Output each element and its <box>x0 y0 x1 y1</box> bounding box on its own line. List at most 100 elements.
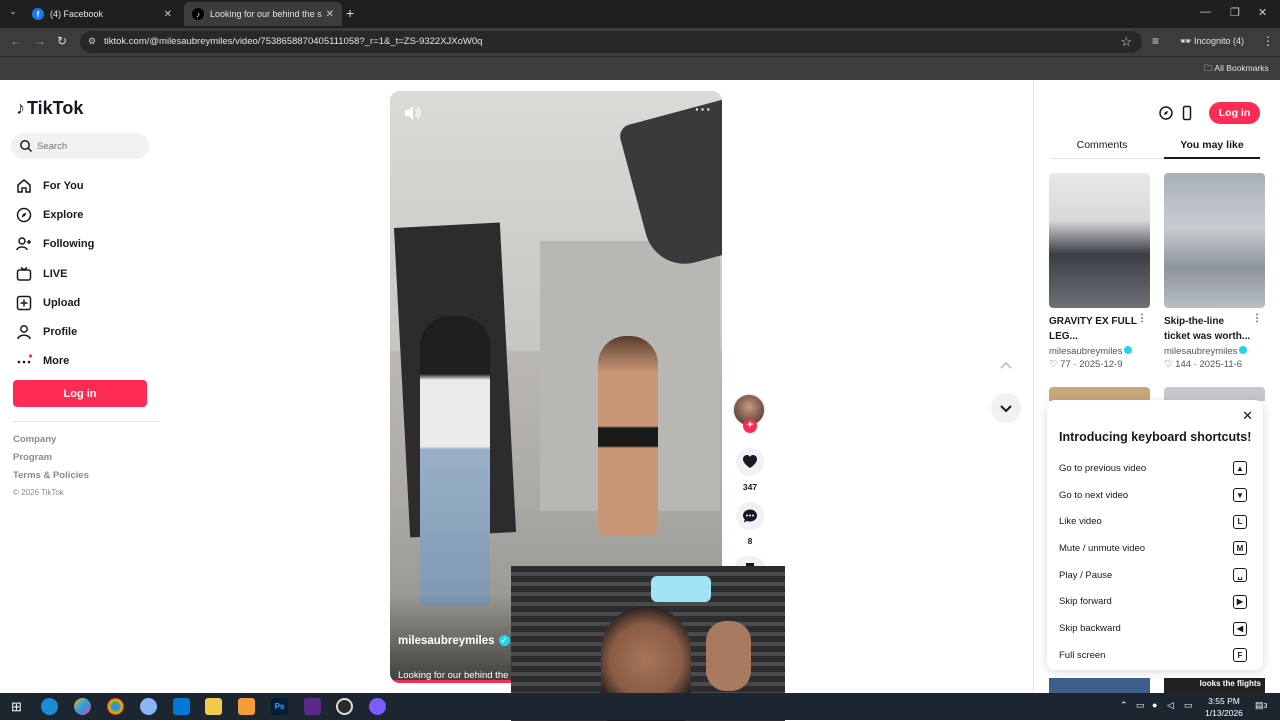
new-tab-icon[interactable]: + <box>346 5 354 21</box>
tab-tiktok[interactable]: ♪ Looking for our behind the sce ✕ <box>184 2 342 26</box>
card-thumbnail-partial[interactable] <box>1049 387 1150 401</box>
tab-you-may-like[interactable]: You may like <box>1160 139 1264 151</box>
browser-menu-icon[interactable]: ⋮ <box>1262 34 1274 48</box>
sidebar-item-following[interactable]: Following <box>15 230 94 259</box>
search-box[interactable] <box>11 133 149 159</box>
tray-battery-icon[interactable]: ▭ <box>1184 700 1193 711</box>
notification-icon[interactable]: ▤3 <box>1255 700 1267 711</box>
tab-comments[interactable]: Comments <box>1050 139 1154 151</box>
follow-plus-icon[interactable]: + <box>743 419 757 433</box>
keyboard-shortcuts-popup: ✕ Introducing keyboard shortcuts! Go to … <box>1047 400 1263 670</box>
omnibox[interactable]: ⚙ tiktok.com/@milesaubreymiles/video/753… <box>80 31 1142 53</box>
wamp-icon[interactable] <box>304 698 321 715</box>
volume-icon[interactable] <box>402 103 422 123</box>
like-count: 347 <box>742 482 758 492</box>
card-author[interactable]: milesaubreymiles <box>1049 346 1150 357</box>
sublime-icon[interactable] <box>238 698 255 715</box>
vscode-icon[interactable] <box>173 698 190 715</box>
card-more-icon[interactable]: ⋮ <box>1252 313 1262 324</box>
sidebar-item-label: Upload <box>43 296 81 309</box>
tab-facebook[interactable]: f (4) Facebook ✕ <box>24 2 180 26</box>
all-bookmarks[interactable]: 🗀 All Bookmarks <box>1204 63 1269 77</box>
photoshop-icon[interactable]: Ps <box>271 698 288 715</box>
webcam-light <box>651 576 711 602</box>
chrome-profile-icon[interactable] <box>140 698 157 715</box>
copilot-icon[interactable] <box>74 698 91 715</box>
shortcut-row: Play / Pause ␣ <box>1059 562 1247 589</box>
close-window-icon[interactable]: ✕ <box>1258 6 1267 19</box>
incognito-indicator[interactable]: 🕶 Incognito (4) <box>1180 36 1244 47</box>
previous-video-button[interactable] <box>991 351 1021 381</box>
footer-link-company[interactable]: Company <box>13 434 89 452</box>
close-tab-icon[interactable]: ✕ <box>326 9 334 20</box>
windows-start-icon[interactable]: ⊞ <box>8 698 25 715</box>
recommended-card[interactable]: Skip-the-line ticket was worth... ⋮ mile… <box>1164 173 1265 370</box>
card-more-icon[interactable]: ⋮ <box>1137 313 1147 324</box>
comment-button[interactable] <box>736 502 764 530</box>
minimize-icon[interactable]: — <box>1200 6 1211 18</box>
tiktok-logo[interactable]: ♪ TikTok <box>16 98 83 119</box>
sidebar-item-label: Profile <box>43 326 78 339</box>
bookmark-star-icon[interactable]: ☆ <box>1120 34 1132 50</box>
close-icon[interactable]: ✕ <box>1242 408 1253 424</box>
sidebar-item-more[interactable]: More <box>15 347 94 376</box>
tray-network-icon[interactable]: ▭ <box>1136 700 1145 711</box>
sidebar-item-upload[interactable]: Upload <box>15 288 94 317</box>
footer-link-terms[interactable]: Terms & Policies <box>13 470 89 488</box>
sidebar-item-label: Explore <box>43 208 84 221</box>
chrome-icon[interactable] <box>107 698 124 715</box>
card-thumbnail-partial[interactable] <box>1164 387 1265 401</box>
active-tab-indicator <box>1164 157 1260 159</box>
back-icon[interactable]: ← <box>10 34 22 48</box>
video-actions: + 347 8 <box>733 394 767 572</box>
sidebar-item-profile[interactable]: Profile <box>15 317 94 346</box>
close-tab-icon[interactable]: ✕ <box>164 9 172 20</box>
sidebar-item-explore[interactable]: Explore <box>15 200 94 229</box>
verified-badge-icon: ✓ <box>498 635 510 646</box>
recommended-card[interactable]: GRAVITY EX FULL LEG... ⋮ milesaubreymile… <box>1049 173 1150 370</box>
card-thumbnail[interactable] <box>1164 173 1265 308</box>
sidebar-login-button[interactable]: Log in <box>13 380 147 407</box>
reload-icon[interactable]: ↻ <box>57 34 67 48</box>
card-title[interactable]: GRAVITY EX FULL LEG... <box>1049 314 1137 344</box>
search-input[interactable] <box>37 138 143 154</box>
taskbar-clock[interactable]: 3:55 PM 1/13/2026 <box>1200 695 1248 719</box>
file-explorer-icon[interactable] <box>205 698 222 715</box>
card-thumbnail-partial[interactable]: looks the flights <box>1164 678 1265 693</box>
edge-icon[interactable] <box>41 698 58 715</box>
next-video-button[interactable] <box>991 393 1021 423</box>
sidebar-item-live[interactable]: LIVE <box>15 259 94 288</box>
browser-tab-bar: ⌄ f (4) Facebook ✕ ♪ Looking for our beh… <box>0 0 1280 28</box>
card-title[interactable]: Skip-the-line ticket was worth... <box>1164 314 1252 344</box>
obs-icon[interactable] <box>336 698 353 715</box>
sidebar-item-for-you[interactable]: For You <box>15 171 94 200</box>
media-control-icon[interactable]: ≡ <box>1152 34 1159 48</box>
forward-icon[interactable]: → <box>34 34 46 48</box>
card-author[interactable]: milesaubreymiles <box>1164 346 1265 357</box>
app-icon[interactable] <box>369 698 386 715</box>
clock-date: 1/13/2026 <box>1205 708 1243 718</box>
like-button[interactable] <box>736 448 764 476</box>
card-author-name: milesaubreymiles <box>1164 346 1238 357</box>
url-text[interactable]: tiktok.com/@milesaubreymiles/video/75386… <box>104 36 482 47</box>
card-thumbnail[interactable] <box>1049 173 1150 308</box>
compass-icon[interactable] <box>1158 105 1174 121</box>
tray-volume-icon[interactable]: ◁ <box>1167 700 1174 711</box>
site-info-icon[interactable]: ⚙ <box>88 36 96 47</box>
video-more-icon[interactable]: ··· <box>695 101 712 117</box>
shortcut-row: Skip forward ▶ <box>1059 589 1247 616</box>
shortcut-label: Skip backward <box>1059 623 1121 635</box>
tray-chevron-icon[interactable]: ⌃ <box>1120 700 1128 711</box>
footer-link-program[interactable]: Program <box>13 452 89 470</box>
card-thumbnail-partial[interactable] <box>1049 678 1150 693</box>
card-meta: ♡ 144 · 2025-11-6 <box>1164 359 1243 370</box>
video-author[interactable]: milesaubreymiles ✓ <box>398 635 510 647</box>
facebook-icon: f <box>32 8 44 20</box>
tab-search-icon[interactable]: ⌄ <box>6 6 20 20</box>
tiktok-icon: ♪ <box>192 8 204 20</box>
author-avatar[interactable]: + <box>733 394 765 433</box>
device-icon[interactable] <box>1179 105 1195 121</box>
restore-icon[interactable]: ❐ <box>1230 6 1240 19</box>
tray-mic-icon[interactable]: ● <box>1152 700 1157 710</box>
header-login-button[interactable]: Log in <box>1209 102 1260 124</box>
